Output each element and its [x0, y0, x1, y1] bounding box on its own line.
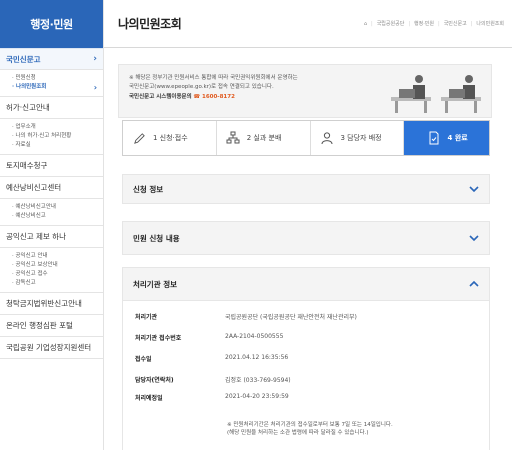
info-row: 접수일 2021.04.12 16:35:56	[135, 354, 289, 363]
accordion-request-content[interactable]: 민원 신청 내용	[122, 221, 490, 255]
sidebar-item-label: 국민신문고	[6, 54, 41, 64]
people-illustration-icon	[391, 75, 481, 113]
sidebar: 행정·민원 국민신문고 › · 민원신청 · 나의민원조회 › 허가·신고안내 ·…	[0, 0, 104, 450]
pencil-icon	[131, 130, 147, 146]
info-row: 처리예정일 2021-04-20 23:59:59	[135, 393, 289, 402]
breadcrumb-item[interactable]: 국립공원공단	[377, 20, 405, 27]
org-chart-icon	[225, 130, 241, 146]
banner-text: ※ 해당은 정부기관 민원서비스 통합에 따라 국민권익위원회에서 운영하는 국…	[129, 74, 389, 102]
chevron-right-icon: ›	[93, 54, 97, 64]
sidebar-sublist: · 업무소개 · 나의 허가·신고 처리현황 · 자료실	[0, 119, 103, 155]
step-distribute: 2 실과 분배	[217, 121, 311, 155]
sidebar-item-permit[interactable]: 허가·신고안내	[0, 97, 103, 119]
page: 행정·민원 국민신문고 › · 민원신청 · 나의민원조회 › 허가·신고안내 ·…	[0, 0, 512, 450]
sidebar-sublist: · 공익신고 안내 · 공익신고 보상안내 · 공익신고 접수 · 감독신고	[0, 248, 103, 293]
sidebar-item-growth[interactable]: 국립공원 기업성장지원센터	[0, 337, 103, 359]
person-icon	[319, 130, 335, 146]
processing-panel: 처리기관 국립공원공단 (국립공원공단 재난안전처 재난관리부) 처리기관 접수…	[122, 301, 490, 450]
sidebar-item-whistle[interactable]: 공익신고 제보 하나	[0, 226, 103, 248]
sidebar-subitem[interactable]: · 예산낭비신고	[12, 212, 97, 221]
banner-line: 국민신문고(www.epeople.go.kr)로 접속 연결되고 있습니다.	[129, 83, 274, 90]
sidebar-item-land[interactable]: 토지매수청구	[0, 155, 103, 177]
phone-icon: ☎	[193, 94, 201, 100]
tel-number: 1600-8172	[202, 94, 235, 100]
sidebar-sublist: · 예산낭비신고안내 · 예산낭비신고	[0, 199, 103, 226]
info-row: 담당자(연락처) 김정호 (033-769-9594)	[135, 377, 291, 384]
sidebar-item-antigraft[interactable]: 청탁금지법위반신고안내	[0, 293, 103, 315]
processing-note: ※ 민원처리기간은 처리기관의 접수일로부터 보통 7일 또는 14일입니다. …	[227, 422, 393, 436]
breadcrumb-item[interactable]: 나의민원조회	[476, 20, 504, 27]
sidebar-subitem[interactable]: · 감독신고	[12, 279, 97, 288]
breadcrumb-item[interactable]: 행정·민원	[414, 20, 434, 27]
info-banner: ※ 해당은 정부기관 민원서비스 통합에 따라 국민권익위원회에서 운영하는 국…	[118, 64, 492, 118]
sidebar-subitem[interactable]: · 업무소개	[12, 123, 97, 132]
info-row: 처리기관 접수번호 2AA-2104-0500555	[135, 333, 284, 342]
info-row: 처리기관 국립공원공단 (국립공원공단 재난안전처 재난관리부)	[135, 314, 357, 321]
breadcrumb: ⌂ | 국립공원공단 | 행정·민원 | 국민신문고 | 나의민원조회	[363, 20, 504, 28]
chevron-right-icon: ›	[93, 83, 97, 92]
sidebar-item-epeople[interactable]: 국민신문고 ›	[0, 48, 103, 70]
breadcrumb-item[interactable]: 국민신문고	[444, 20, 467, 27]
step-assign: 3 담당자 배정	[311, 121, 405, 155]
accordion-apply-info[interactable]: 신청 정보	[122, 174, 490, 204]
page-title: 나의민원조회	[118, 17, 182, 31]
tel-label: 국민신문고 시스템이용문의	[129, 94, 192, 100]
accordion-processing-info[interactable]: 처리기관 정보	[122, 267, 490, 301]
sidebar-subitem-apply[interactable]: · 민원신청	[12, 74, 97, 83]
sidebar-subitem[interactable]: · 공익신고 보상안내	[12, 261, 97, 270]
sidebar-subitem[interactable]: · 자료실	[12, 141, 97, 150]
step-complete: 4 완료	[404, 121, 489, 155]
sidebar-item-budget[interactable]: 예산낭비신고센터	[0, 177, 103, 199]
title-bar: 나의민원조회 ⌂ | 국립공원공단 | 행정·민원 | 국민신문고 | 나의민원…	[104, 0, 512, 48]
sidebar-subitem[interactable]: · 공익신고 접수	[12, 270, 97, 279]
progress-steps: 1 신청·접수 2 실과 분배 3 담당자 배정 4 완료	[122, 120, 490, 156]
sidebar-subitem[interactable]: · 예산낭비신고안내	[12, 203, 97, 212]
document-check-icon	[426, 130, 442, 146]
sidebar-header: 행정·민원	[0, 0, 103, 48]
banner-line: ※ 해당은 정부기관 민원서비스 통합에 따라 국민권익위원회에서 운영하는	[129, 75, 298, 81]
chevron-down-icon[interactable]	[467, 231, 481, 245]
main-content: 나의민원조회 ⌂ | 국립공원공단 | 행정·민원 | 국민신문고 | 나의민원…	[104, 0, 512, 450]
chevron-down-icon[interactable]	[467, 182, 481, 196]
sidebar-subitem-my-petition[interactable]: · 나의민원조회 ›	[12, 83, 97, 92]
chevron-up-icon[interactable]	[467, 277, 481, 291]
sidebar-subitem[interactable]: · 공익신고 안내	[12, 252, 97, 261]
sidebar-sublist: · 민원신청 · 나의민원조회 ›	[0, 70, 103, 97]
home-icon[interactable]: ⌂	[364, 21, 367, 27]
sidebar-item-appeal[interactable]: 온라인 행정심판 포털	[0, 315, 103, 337]
step-apply: 1 신청·접수	[123, 121, 217, 155]
sidebar-subitem[interactable]: · 나의 허가·신고 처리현황	[12, 132, 97, 141]
